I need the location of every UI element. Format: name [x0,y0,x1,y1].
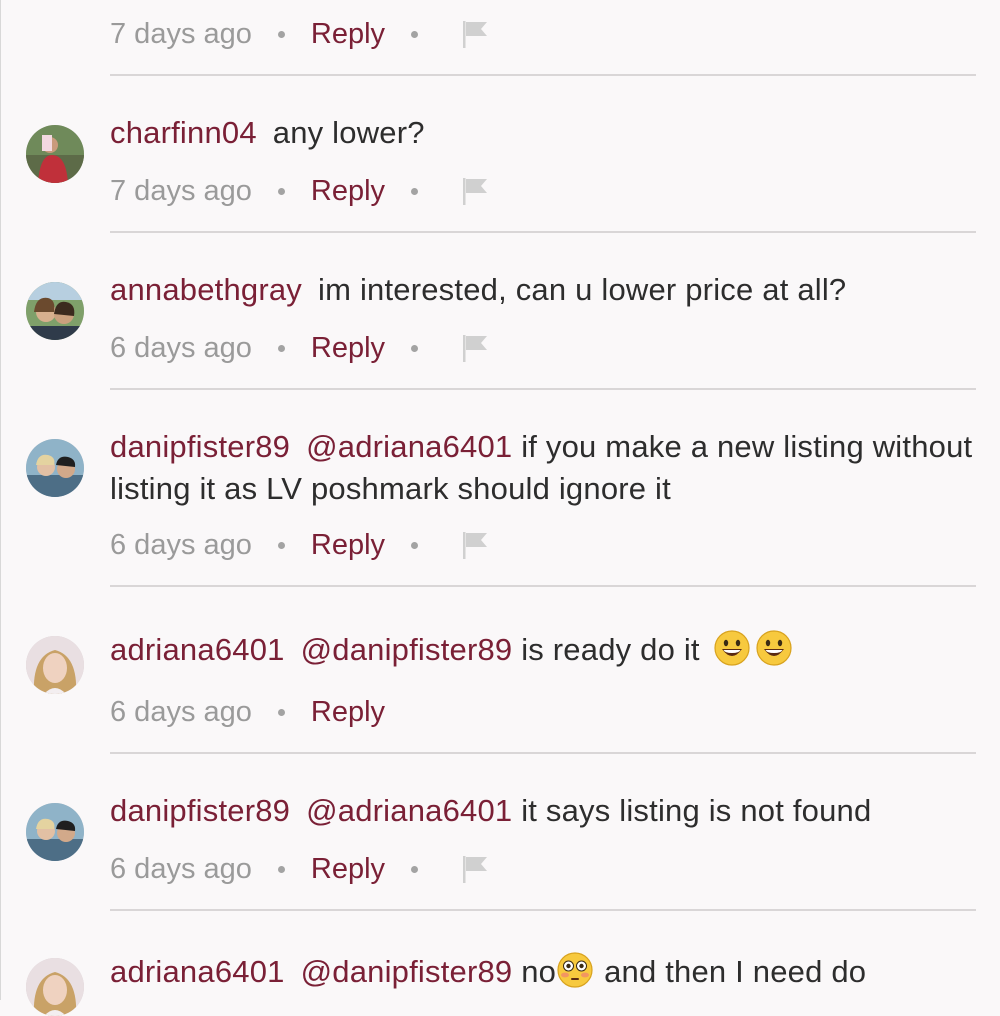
grinning-face-emoji [755,629,793,667]
comment-username[interactable]: danipfister89 [110,429,290,464]
avatar[interactable] [26,125,84,183]
comment-timestamp: 6 days ago [110,852,252,885]
comment-meta: 7 days ago Reply [110,171,490,211]
avatar[interactable] [26,636,84,694]
comment-divider [110,752,976,754]
comment-timestamp: 6 days ago [110,528,252,561]
comment-divider [110,585,976,587]
reply-button[interactable]: Reply [311,853,385,886]
comment-meta: 6 days ago Reply [110,849,490,889]
comment-thread: 7 days ago Reply charfinn04 any lower? 7 … [0,0,1000,1016]
comment-divider [110,74,976,76]
comment-meta: 6 days ago Reply [110,692,385,732]
separator-dot [277,541,285,549]
comment-username[interactable]: annabethgray [110,272,302,307]
comment-text: im interested, can u lower price at all? [318,272,847,307]
comment-meta: 6 days ago Reply [110,328,490,368]
comment-divider [110,388,976,390]
flag-icon[interactable] [460,332,490,364]
separator-dot [277,30,285,38]
avatar[interactable] [26,439,84,497]
comment-body: adriana6401 @danipfister89 is ready do it [110,629,980,671]
comment-mention[interactable]: @adriana6401 [306,793,512,828]
flushed-face-emoji [556,951,594,989]
reply-button[interactable]: Reply [311,175,385,208]
comment-meta: 7 days ago Reply [110,14,490,54]
comment-body: danipfister89 @adriana6401 it says listin… [110,790,980,832]
comment-divider [110,231,976,233]
comment-timestamp: 6 days ago [110,331,252,364]
comment-mention[interactable]: @danipfister89 [301,632,513,667]
reply-button[interactable]: Reply [311,332,385,365]
comment-text: any lower? [272,115,425,150]
reply-button[interactable]: Reply [311,18,385,51]
comment-divider [110,909,976,911]
separator-dot [411,30,419,38]
reply-button[interactable]: Reply [311,529,385,562]
separator-dot [411,541,419,549]
avatar[interactable] [26,958,84,1016]
comment-mention[interactable]: @danipfister89 [301,954,513,989]
flag-icon[interactable] [460,853,490,885]
avatar[interactable] [26,803,84,861]
comment-timestamp: 7 days ago [110,174,252,207]
separator-dot [411,344,419,352]
comment-text: it says listing is not found [521,793,872,828]
comment-timestamp: 6 days ago [110,695,252,728]
avatar[interactable] [26,282,84,340]
grinning-face-emoji [713,629,751,667]
separator-dot [411,187,419,195]
comment-timestamp: 7 days ago [110,17,252,50]
comment-text: is ready do it [521,632,700,667]
flag-icon[interactable] [460,175,490,207]
separator-dot [277,865,285,873]
flag-icon[interactable] [460,529,490,561]
comment-meta: 6 days ago Reply [110,525,490,565]
flag-icon[interactable] [460,18,490,50]
comment-body: charfinn04 any lower? [110,112,980,154]
comment-mention[interactable]: @adriana6401 [306,429,512,464]
comment-body: annabethgray im interested, can u lower p… [110,269,980,311]
comment-body: adriana6401 @danipfister89 no and then I … [110,951,980,993]
comment-body: danipfister89 @adriana6401 if you make a … [110,426,980,510]
reply-button[interactable]: Reply [311,696,385,729]
comment-username[interactable]: adriana6401 [110,632,285,667]
separator-dot [277,187,285,195]
comment-username[interactable]: charfinn04 [110,115,257,150]
separator-dot [277,344,285,352]
separator-dot [411,865,419,873]
comment-text: and then I need do [604,954,867,989]
comment-username[interactable]: adriana6401 [110,954,285,989]
separator-dot [277,708,285,716]
comment-text-before-emoji: no [521,954,557,989]
comment-username[interactable]: danipfister89 [110,793,290,828]
